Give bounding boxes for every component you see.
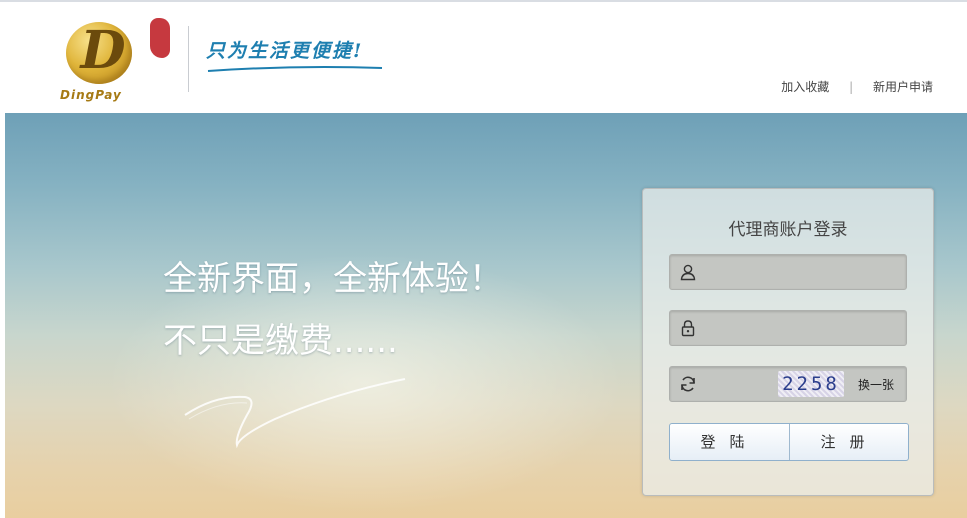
login-button-group: 登陆 注册: [669, 423, 909, 461]
captcha-field[interactable]: 2258 换一张: [669, 366, 907, 402]
login-button[interactable]: 登陆: [670, 424, 790, 460]
username-field[interactable]: [669, 254, 907, 290]
site-header: D DingPay 只为生活更便捷! 加入收藏 | 新用户申请: [0, 0, 967, 115]
logo-letter-d: D: [80, 20, 126, 81]
refresh-icon[interactable]: [679, 375, 697, 393]
link-separator: |: [849, 80, 854, 94]
hero-banner: 全新界面，全新体验！ 不只是缴费...... 代理商账户登录 2258 换一张 …: [5, 113, 967, 518]
captcha-refresh-link[interactable]: 换一张: [858, 376, 894, 393]
register-button[interactable]: 注册: [790, 424, 908, 460]
hero-headline: 全新界面，全新体验！: [163, 259, 503, 299]
login-panel: 代理商账户登录 2258 换一张 登陆 注册: [642, 188, 934, 496]
seal-stamp: [150, 18, 170, 58]
username-input[interactable]: [704, 259, 898, 287]
login-title: 代理商账户登录: [728, 220, 848, 240]
logo-wordmark: DingPay: [60, 88, 122, 102]
captcha-image[interactable]: 2258: [778, 371, 844, 397]
hero-subheadline: 不只是缴费......: [163, 321, 398, 361]
dingpay-logo[interactable]: D DingPay: [60, 14, 180, 104]
header-divider: [188, 26, 189, 92]
user-icon: [680, 264, 696, 281]
slogan: 只为生活更便捷!: [206, 40, 364, 62]
password-input[interactable]: [704, 315, 898, 343]
new-user-apply-link[interactable]: 新用户申请: [873, 80, 933, 94]
header-links: 加入收藏 | 新用户申请: [781, 78, 933, 95]
slogan-underline: [207, 66, 383, 72]
add-favorite-link[interactable]: 加入收藏: [781, 80, 829, 94]
lock-icon: [681, 320, 695, 337]
password-field[interactable]: [669, 310, 907, 346]
swoosh-decoration: [184, 378, 406, 449]
